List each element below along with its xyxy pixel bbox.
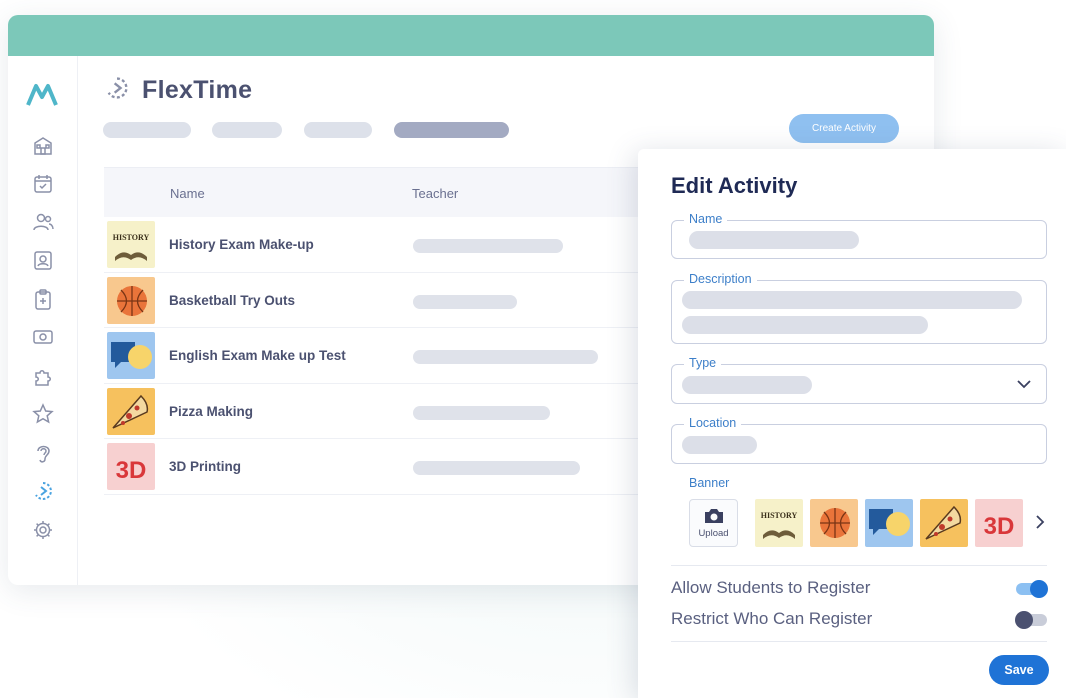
activity-name[interactable]: History Exam Make-up xyxy=(169,237,314,252)
star-icon[interactable] xyxy=(32,403,54,425)
toggle-knob xyxy=(1015,611,1033,629)
3d-printing-icon[interactable]: 3D xyxy=(975,499,1023,547)
tab-active[interactable] xyxy=(394,122,509,138)
upload-label: Upload xyxy=(698,527,729,539)
speech-bubbles-icon[interactable] xyxy=(865,499,913,547)
window-top-bar xyxy=(8,15,934,56)
svg-text:3D: 3D xyxy=(984,513,1015,540)
toggle-knob xyxy=(1030,580,1048,598)
teacher-placeholder xyxy=(413,239,563,253)
name-field[interactable]: Name xyxy=(671,212,1047,259)
teacher-placeholder xyxy=(413,405,550,420)
sidebar xyxy=(8,56,78,585)
history-icon[interactable]: HISTORY xyxy=(755,499,803,547)
teacher-placeholder xyxy=(413,350,598,364)
speech-bubbles-icon xyxy=(107,332,155,379)
ear-icon[interactable] xyxy=(32,442,54,464)
save-button[interactable]: Save xyxy=(989,655,1049,685)
allow-register-toggle[interactable] xyxy=(1016,580,1048,598)
description-field-label: Description xyxy=(684,272,757,286)
ticket-icon[interactable] xyxy=(32,326,54,348)
pizza-icon xyxy=(107,387,155,435)
restrict-register-label: Restrict Who Can Register xyxy=(671,609,873,628)
flextime-icon[interactable] xyxy=(32,480,54,502)
activity-name[interactable]: Basketball Try Outs xyxy=(169,293,295,308)
type-value-placeholder xyxy=(682,376,812,394)
activity-table: Name Teacher HISTORY History Exam Make-u… xyxy=(104,167,664,495)
allow-register-label: Allow Students to Register xyxy=(671,578,871,597)
column-header-teacher[interactable]: Teacher xyxy=(412,186,458,201)
name-field-label: Name xyxy=(684,212,728,226)
flextime-icon xyxy=(104,75,130,106)
divider xyxy=(671,565,1047,566)
table-row[interactable]: English Exam Make up Test xyxy=(104,328,664,384)
activity-name[interactable]: 3D Printing xyxy=(169,459,241,474)
school-icon[interactable] xyxy=(32,134,54,156)
camera-icon xyxy=(704,508,723,523)
table-row[interactable]: Pizza Making xyxy=(104,384,664,439)
type-select[interactable]: Type xyxy=(671,356,1047,404)
svg-text:3D: 3D xyxy=(116,457,147,484)
tab-1[interactable] xyxy=(103,122,191,138)
teacher-placeholder xyxy=(413,461,580,475)
activity-name[interactable]: Pizza Making xyxy=(169,404,253,419)
page-header: FlexTime xyxy=(104,75,252,106)
app-logo-icon[interactable] xyxy=(26,83,58,112)
teacher-placeholder xyxy=(413,294,517,309)
tab-3[interactable] xyxy=(304,122,372,138)
location-field-label: Location xyxy=(684,416,742,430)
type-field-label: Type xyxy=(684,356,722,370)
basketball-icon xyxy=(107,276,155,324)
location-field[interactable]: Location xyxy=(671,416,1047,464)
edit-activity-panel: Edit Activity Name Description Type Loca… xyxy=(638,149,1066,698)
users-icon[interactable] xyxy=(32,211,54,233)
id-card-icon[interactable] xyxy=(32,249,54,271)
3d-printing-icon: 3D xyxy=(107,443,155,490)
table-row[interactable]: Basketball Try Outs xyxy=(104,273,664,328)
chevron-down-icon[interactable] xyxy=(1016,378,1032,390)
clipboard-icon[interactable] xyxy=(32,288,54,310)
tab-2[interactable] xyxy=(212,122,282,138)
create-activity-button[interactable]: Create Activity xyxy=(789,114,899,143)
name-value-placeholder xyxy=(689,231,859,249)
column-header-name[interactable]: Name xyxy=(170,186,205,201)
location-value-placeholder xyxy=(682,436,757,454)
basketball-icon[interactable] xyxy=(810,499,858,547)
table-header: Name Teacher xyxy=(104,167,664,217)
panel-title: Edit Activity xyxy=(671,173,798,198)
page-title: FlexTime xyxy=(142,76,253,104)
activity-name[interactable]: English Exam Make up Test xyxy=(169,348,346,363)
table-row[interactable]: 3D 3D Printing xyxy=(104,439,664,495)
pizza-icon[interactable] xyxy=(920,499,968,547)
description-line-placeholder xyxy=(682,316,928,334)
history-icon: HISTORY xyxy=(107,221,155,268)
puzzle-icon[interactable] xyxy=(32,365,54,387)
calendar-check-icon[interactable] xyxy=(32,172,54,194)
divider xyxy=(671,641,1047,642)
settings-icon[interactable] xyxy=(32,519,54,541)
description-line-placeholder xyxy=(682,291,1022,309)
description-field[interactable]: Description xyxy=(671,272,1047,344)
svg-text:HISTORY: HISTORY xyxy=(113,233,150,242)
svg-text:HISTORY: HISTORY xyxy=(761,511,798,520)
banner-label: Banner xyxy=(689,476,730,490)
upload-banner-button[interactable]: Upload xyxy=(689,499,738,547)
restrict-register-toggle[interactable] xyxy=(1015,611,1047,629)
table-row[interactable]: HISTORY History Exam Make-up xyxy=(104,217,664,273)
chevron-right-icon[interactable] xyxy=(1034,513,1046,531)
